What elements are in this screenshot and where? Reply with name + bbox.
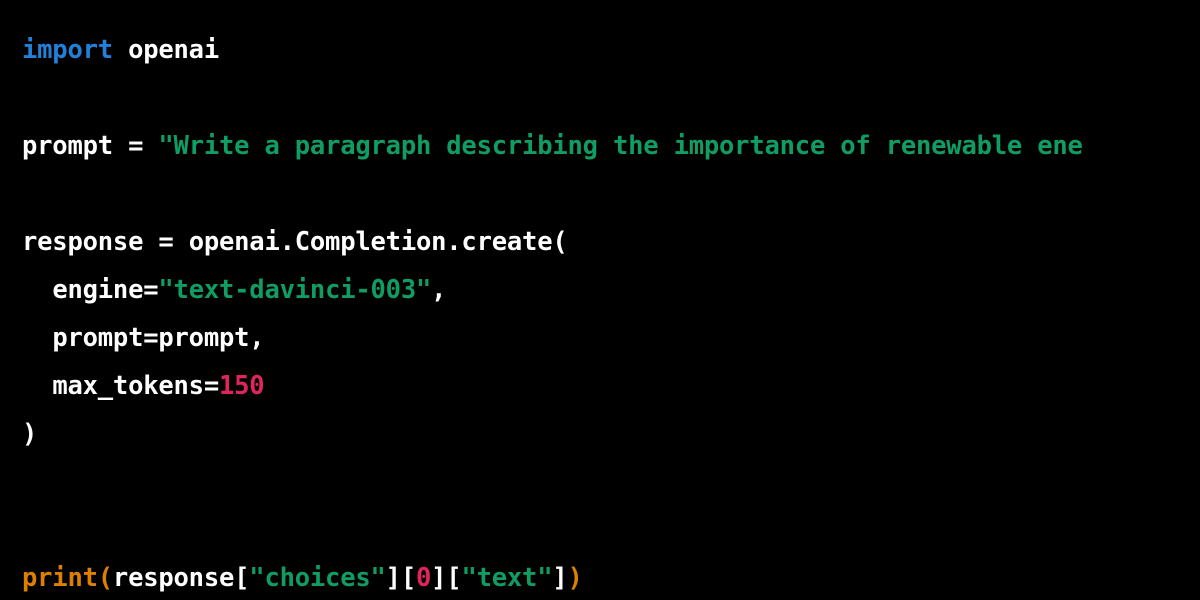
code-token-string: "choices" — [249, 563, 386, 593]
code-token-plain: engine= — [52, 275, 159, 305]
code-block[interactable]: import openai​prompt = "Write a paragrap… — [22, 26, 1200, 600]
code-token-string: "Write a paragraph describing the import… — [158, 131, 1083, 161]
code-line: max_tokens=150 — [22, 362, 1200, 410]
code-line: ​ — [22, 506, 1200, 554]
code-line: ​ — [22, 74, 1200, 122]
code-token-punct: [ — [234, 563, 250, 593]
code-line: print(response["choices"][0]["text"]) — [22, 554, 1200, 600]
code-token-plain: openai.Completion.create( — [188, 227, 568, 257]
code-token-punct: ] — [385, 563, 401, 593]
code-line: ​ — [22, 458, 1200, 506]
code-token-punct: [ — [400, 563, 416, 593]
code-token-punct: ) — [22, 419, 38, 449]
code-line: engine="text-davinci-003", — [22, 266, 1200, 314]
code-token-string: "text-davinci-003" — [158, 275, 432, 305]
code-token-punct: , — [249, 323, 265, 353]
code-token-builtin: print — [22, 563, 98, 593]
code-token-punct: , — [431, 275, 447, 305]
code-line: prompt = "Write a paragraph describing t… — [22, 122, 1200, 170]
code-token-plain: openai — [128, 35, 219, 65]
code-token-number: 150 — [219, 371, 265, 401]
code-token-plain: prompt=prompt — [52, 323, 250, 353]
code-line: ​ — [22, 170, 1200, 218]
code-token-plain: response — [22, 227, 144, 257]
code-token-builtin: ( — [97, 563, 113, 593]
code-token-keyword: import — [22, 35, 113, 65]
code-token-plain: = — [143, 227, 189, 257]
code-token-plain: response — [112, 563, 235, 593]
code-line: response = openai.Completion.create( — [22, 218, 1200, 266]
code-token-plain: = — [112, 131, 159, 161]
code-viewport[interactable]: import openai​prompt = "Write a paragrap… — [0, 0, 1200, 600]
code-token-punct: [ — [446, 563, 462, 593]
code-line: ) — [22, 410, 1200, 458]
code-token-number: 0 — [415, 563, 432, 593]
code-token-plain: prompt — [22, 131, 113, 161]
code-line: prompt=prompt, — [22, 314, 1200, 362]
code-token-punct: ] — [552, 563, 568, 593]
code-line: import openai — [22, 26, 1200, 74]
code-token-string: "text" — [461, 563, 553, 593]
code-token-punct: ] — [431, 563, 447, 593]
code-token-plain: max_tokens= — [52, 371, 219, 401]
code-token-builtin: ) — [567, 563, 583, 593]
